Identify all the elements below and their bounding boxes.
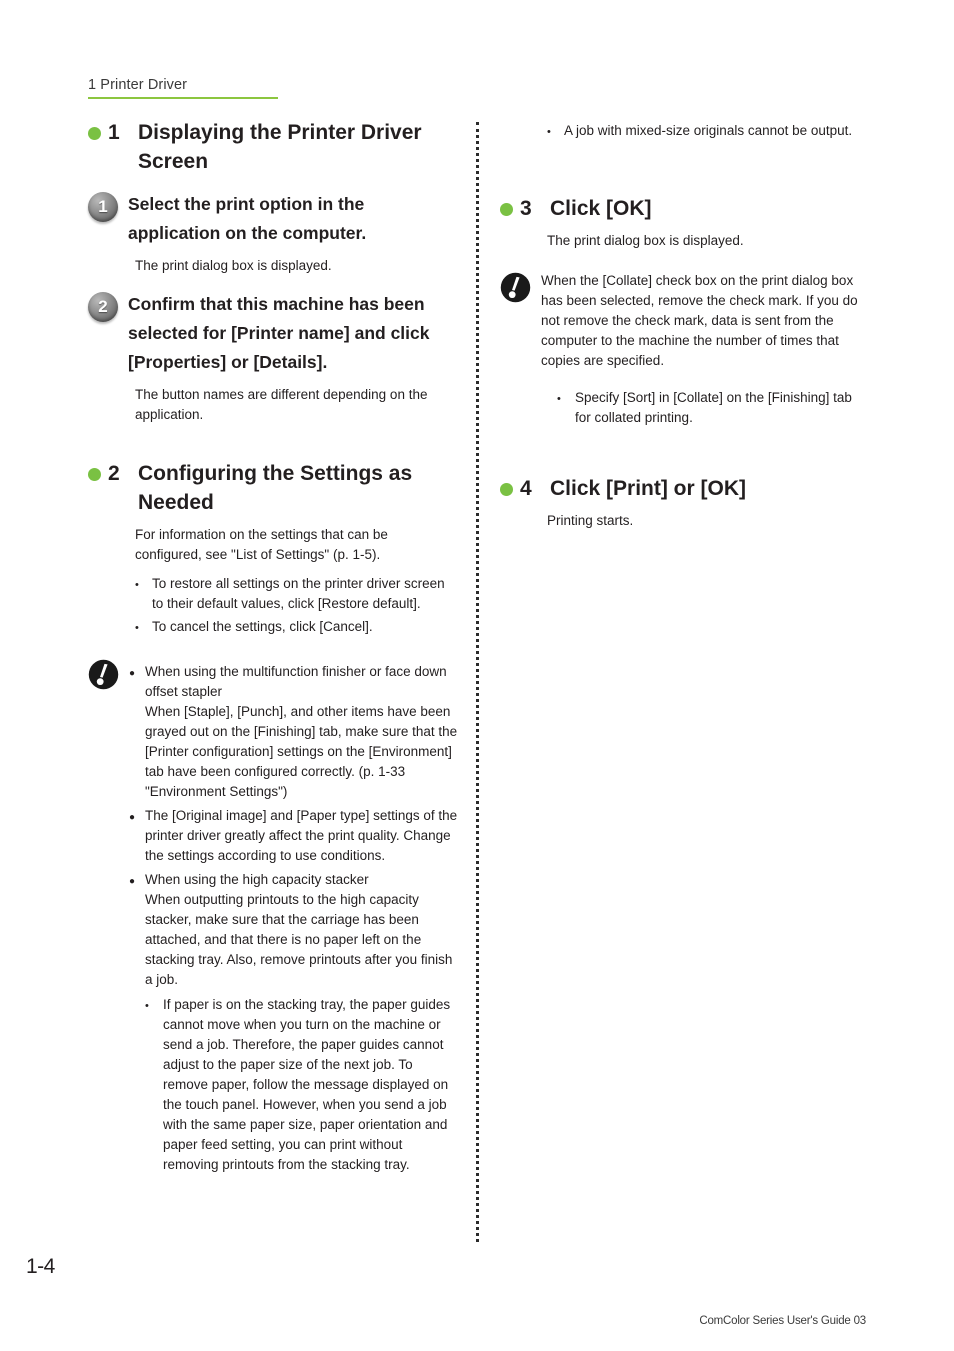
section-4-content: Printing starts.: [547, 511, 870, 531]
note-block-left: When using the multifunction finisher or…: [88, 658, 458, 1175]
section-3-content: The print dialog box is displayed.: [547, 231, 870, 251]
step-body-text: The print dialog box is displayed.: [135, 258, 332, 273]
note-sub-item: If paper is on the stacking tray, the pa…: [145, 995, 458, 1175]
note-text: When the [Collate] check box on the prin…: [541, 273, 858, 368]
section-title: Click [OK]: [550, 197, 652, 220]
list-item-text: To restore all settings on the printer d…: [152, 576, 445, 611]
warning-bang-icon: [500, 272, 531, 303]
list-item: To restore all settings on the printer d…: [135, 574, 458, 614]
right-column: A job with mixed-size originals cannot b…: [500, 118, 870, 531]
section-body-text: For information on the settings that can…: [135, 527, 388, 562]
bullet-filled-icon: [129, 806, 145, 828]
green-bullet-icon: [88, 468, 101, 481]
section-number: 3: [520, 197, 532, 220]
list-item: A job with mixed-size originals cannot b…: [547, 121, 870, 142]
note-body-left: When using the multifunction finisher or…: [129, 658, 458, 1175]
bullet-dot-icon: [557, 388, 575, 409]
section-number: 1: [108, 121, 120, 144]
note-list-item-text: When using the high capacity stacker Whe…: [145, 872, 453, 987]
step-title: Confirm that this machine has been selec…: [128, 294, 430, 372]
section-heading-1: 1 Displaying the Printer Driver Screen: [88, 118, 458, 176]
running-header: 1 Printer Driver: [88, 76, 278, 99]
green-bullet-icon: [500, 483, 513, 496]
section-2-bullet-list: To restore all settings on the printer d…: [135, 574, 458, 638]
section-body-text: Printing starts.: [547, 513, 634, 528]
note-list-item-text: The [Original image] and [Paper type] se…: [145, 808, 458, 863]
bullet-dot-icon: [145, 995, 163, 1016]
step-1: 1 Select the print option in the applica…: [88, 190, 458, 248]
step-1-body-wrap: The print dialog box is displayed.: [135, 256, 458, 276]
section-heading-3: 3 Click [OK]: [500, 194, 870, 223]
note-sub-item-text: Specify [Sort] in [Collate] on the [Fini…: [575, 390, 852, 425]
section-number: 2: [108, 462, 120, 485]
running-header-title: 1 Printer Driver: [88, 77, 188, 93]
step-number-badge-2: 2: [88, 292, 118, 322]
footer-credit: ComColor Series User's Guide 03: [699, 1315, 866, 1327]
bullet-dot-icon: [135, 617, 152, 638]
step-title: Select the print option in the applicati…: [128, 194, 367, 243]
bullet-dot-icon: [135, 574, 152, 595]
section-title: Displaying the Printer Driver Screen: [138, 121, 422, 173]
section-heading-4: 4 Click [Print] or [OK]: [500, 474, 870, 503]
note-list-item: When using the multifunction finisher or…: [129, 662, 458, 802]
note-sub-item: Specify [Sort] in [Collate] on the [Fini…: [557, 388, 870, 428]
list-item: To cancel the settings, click [Cancel].: [135, 617, 458, 638]
bullet-dot-icon: [547, 121, 564, 142]
step-number-badge-1: 1: [88, 192, 118, 222]
note-list-item: When using the high capacity stacker Whe…: [129, 870, 458, 990]
right-top-bullet-list: A job with mixed-size originals cannot b…: [547, 121, 870, 142]
section-number: 4: [520, 477, 532, 500]
note-block-right: When the [Collate] check box on the prin…: [500, 271, 870, 428]
green-bullet-icon: [88, 127, 101, 140]
list-item-text: To cancel the settings, click [Cancel].: [152, 619, 373, 634]
column-divider: [476, 122, 479, 1242]
list-item-text: A job with mixed-size originals cannot b…: [564, 123, 853, 138]
bullet-filled-icon: [129, 662, 145, 684]
green-bullet-icon: [500, 203, 513, 216]
step-badge-number: 2: [98, 297, 108, 316]
step-badge-number: 1: [98, 197, 108, 216]
page-number: 1-4: [26, 1255, 55, 1278]
note-body-right: When the [Collate] check box on the prin…: [541, 271, 870, 428]
document-page: 1 Printer Driver 1 Displaying the Printe…: [0, 0, 954, 1351]
step-body-text: The button names are different depending…: [135, 387, 428, 422]
left-column: 1 Displaying the Printer Driver Screen 1…: [88, 118, 458, 1175]
step-2-body-wrap: The button names are different depending…: [135, 385, 458, 425]
section-body-text: The print dialog box is displayed.: [547, 233, 744, 248]
section-title: Configuring the Settings as Needed: [138, 462, 413, 514]
note-sub-item-text: If paper is on the stacking tray, the pa…: [163, 997, 451, 1172]
warning-bang-icon: [88, 659, 119, 690]
step-2: 2 Confirm that this machine has been sel…: [88, 290, 458, 377]
note-list-item-text: When using the multifunction finisher or…: [145, 664, 458, 799]
section-title: Click [Print] or [OK]: [550, 477, 747, 500]
section-heading-2: 2 Configuring the Settings as Needed: [88, 459, 458, 517]
bullet-filled-icon: [129, 870, 145, 892]
note-list-item: The [Original image] and [Paper type] se…: [129, 806, 458, 866]
section-2-content: For information on the settings that can…: [135, 525, 458, 638]
header-rule: [88, 97, 278, 99]
